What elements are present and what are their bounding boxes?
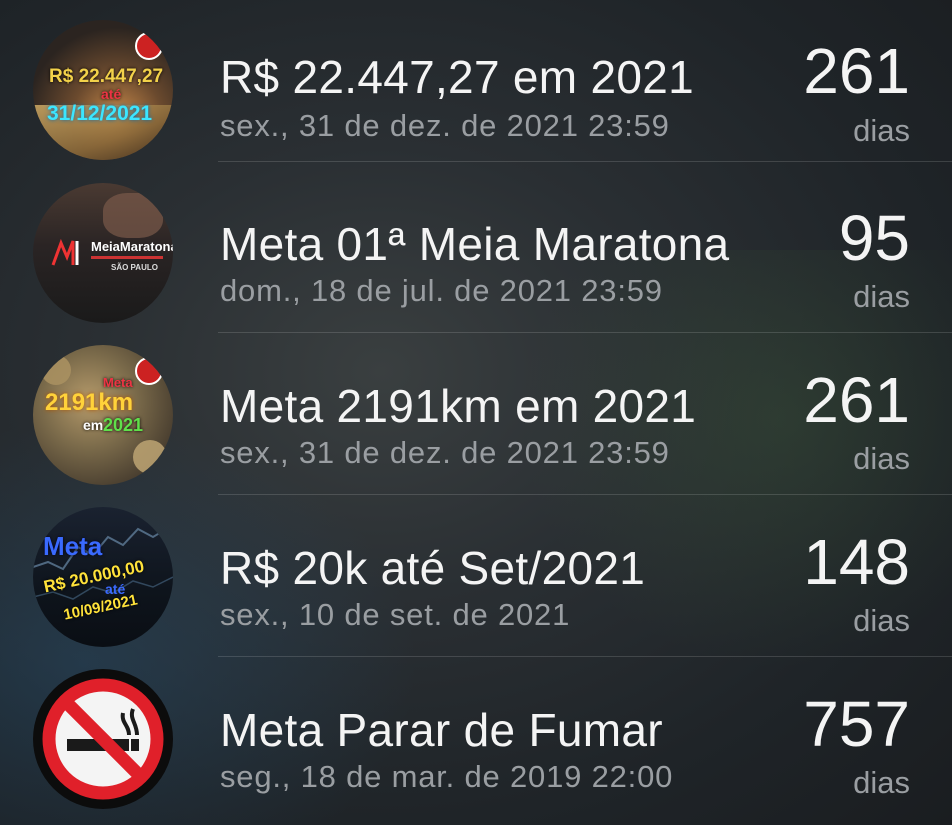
goal-days-count: 261	[803, 364, 910, 436]
image-text: Meta	[103, 375, 133, 390]
image-text: 2021	[103, 415, 144, 435]
goal-image: R$ 22.447,27 até 31/12/2021	[33, 20, 173, 160]
goal-title: R$ 20k até Set/2021	[220, 542, 646, 594]
no-smoking-badge-icon	[135, 32, 163, 60]
goal-title: Meta Parar de Fumar	[220, 704, 663, 756]
goal-row[interactable]: Meta 2191km em 2021 Meta 2191km em 2021 …	[0, 333, 952, 495]
image-text: Meta	[43, 531, 103, 561]
goal-row[interactable]: Meta R$ 20.000,00 até 10/09/2021 R$ 20k …	[0, 495, 952, 657]
image-text: em	[83, 417, 104, 433]
image-text: até	[101, 86, 122, 102]
goal-row[interactable]: Meta Parar de Fumar seg., 18 de mar. de …	[0, 657, 952, 819]
row-divider	[218, 161, 952, 162]
goal-days-unit: dias	[853, 603, 910, 638]
goal-date: sex., 31 de dez. de 2021 23:59	[220, 435, 670, 470]
image-text: MeiaMaratona	[91, 239, 173, 254]
goal-days-unit: dias	[853, 279, 910, 314]
goal-days-count: 95	[838, 202, 910, 274]
goal-days-count: 261	[803, 35, 910, 107]
goal-image: Meta R$ 20.000,00 até 10/09/2021	[33, 507, 173, 647]
goal-date: sex., 31 de dez. de 2021 23:59	[220, 108, 670, 143]
goal-image	[33, 669, 173, 809]
goal-row[interactable]: R$ 22.447,27 até 31/12/2021 R$ 22.447,27…	[0, 0, 952, 162]
goal-days-unit: dias	[853, 113, 910, 148]
goals-list: R$ 22.447,27 até 31/12/2021 R$ 22.447,27…	[0, 0, 952, 825]
maratona-logo-icon	[51, 235, 87, 271]
image-text: R$ 22.447,27	[49, 66, 164, 87]
goal-date: sex., 10 de set. de 2021	[220, 597, 571, 632]
goal-title: Meta 2191km em 2021	[220, 380, 697, 432]
goal-title: Meta 01ª Meia Maratona	[220, 218, 730, 270]
goal-days-unit: dias	[853, 765, 910, 800]
image-text: SÃO PAULO	[111, 263, 158, 272]
goal-row[interactable]: MeiaMaratona SÃO PAULO Meta 01ª Meia Mar…	[0, 171, 952, 333]
goal-days-unit: dias	[853, 441, 910, 476]
goal-image: MeiaMaratona SÃO PAULO	[33, 183, 173, 323]
image-text: 2191km	[45, 389, 134, 416]
goal-date: seg., 18 de mar. de 2019 22:00	[220, 759, 674, 794]
goal-days-count: 148	[803, 526, 910, 598]
goal-title: R$ 22.447,27 em 2021	[220, 51, 695, 103]
image-text: 31/12/2021	[47, 102, 153, 125]
goal-days-count: 757	[803, 688, 910, 760]
no-smoking-badge-icon	[135, 357, 163, 385]
goal-image: Meta 2191km em 2021	[33, 345, 173, 485]
no-smoking-icon	[42, 678, 164, 800]
goal-date: dom., 18 de jul. de 2021 23:59	[220, 273, 663, 308]
